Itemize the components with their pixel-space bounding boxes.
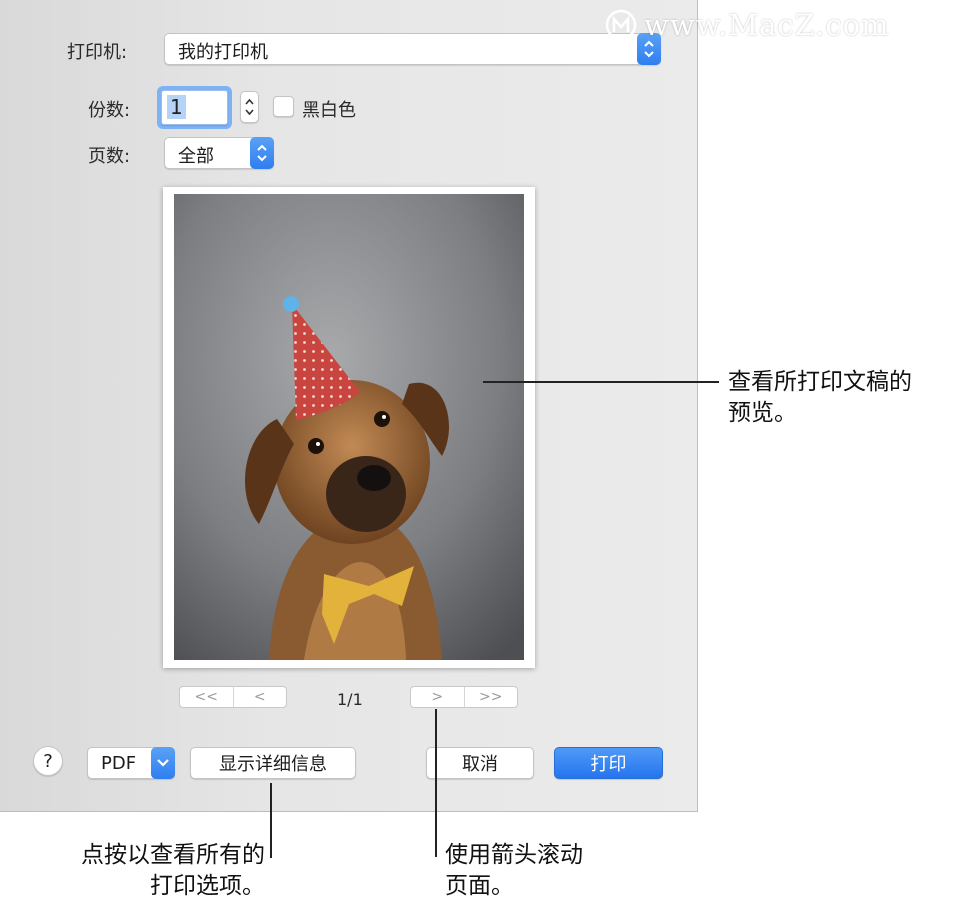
details-callout: 点按以查看所有的 打印选项。	[40, 840, 265, 902]
nav-back-group: << <	[179, 686, 287, 708]
printer-select[interactable]: 我的打印机	[164, 33, 661, 65]
arrows-leader-line	[435, 709, 437, 857]
bw-checkbox[interactable]	[273, 96, 294, 117]
copies-stepper[interactable]	[240, 91, 259, 123]
pdf-dropdown[interactable]	[151, 747, 175, 779]
pdf-menu-button[interactable]: PDF	[87, 747, 175, 779]
help-button[interactable]: ?	[33, 746, 63, 776]
arrows-callout: 使用箭头滚动 页面。	[445, 840, 583, 902]
copies-label: 份数:	[88, 100, 131, 121]
copies-input[interactable]: 1	[161, 90, 228, 125]
first-page-button[interactable]: <<	[180, 687, 233, 707]
printer-label: 打印机:	[67, 42, 128, 63]
pdf-label: PDF	[101, 752, 137, 774]
preview-page	[163, 187, 535, 668]
details-callout-line-1: 点按以查看所有的	[81, 842, 265, 868]
preview-callout-line-1: 查看所打印文稿的	[728, 369, 912, 395]
up-down-chevron-icon	[257, 144, 267, 162]
cancel-button[interactable]: 取消	[426, 747, 534, 779]
next-page-button[interactable]: >	[411, 687, 464, 707]
stepper-arrows-icon	[245, 98, 254, 116]
details-leader-line	[270, 783, 272, 858]
details-callout-line-2: 打印选项。	[150, 873, 265, 899]
copies-value: 1	[167, 95, 186, 119]
pages-label: 页数:	[88, 146, 131, 167]
print-button[interactable]: 打印	[554, 747, 663, 779]
arrows-callout-line-2: 页面。	[445, 873, 514, 899]
last-page-button[interactable]: >>	[463, 687, 518, 707]
arrows-callout-line-1: 使用箭头滚动	[445, 842, 583, 868]
chevron-down-icon	[157, 759, 169, 767]
page-indicator: 1/1	[337, 690, 363, 709]
watermark: www.MacZ.com	[604, 8, 890, 42]
watermark-text: www.MacZ.com	[644, 8, 890, 42]
prev-page-button[interactable]: <	[232, 687, 287, 707]
print-dialog: 打印机: 我的打印机 份数: 1 黑白色 页数: 全部 << < 1/1 > >…	[0, 0, 698, 812]
printer-value: 我的打印机	[178, 42, 268, 63]
pages-value: 全部	[178, 146, 214, 167]
bw-label: 黑白色	[302, 100, 356, 121]
pages-select-stepper[interactable]	[250, 137, 274, 169]
macz-logo-icon	[605, 9, 637, 41]
preview-callout-line-2: 预览。	[728, 400, 797, 426]
nav-forward-group: > >>	[410, 686, 518, 708]
preview-callout: 查看所打印文稿的 预览。	[728, 367, 912, 429]
preview-leader-line	[483, 381, 719, 383]
show-details-button[interactable]: 显示详细信息	[190, 747, 356, 779]
pages-select[interactable]: 全部	[164, 137, 274, 169]
preview-image	[174, 194, 524, 660]
